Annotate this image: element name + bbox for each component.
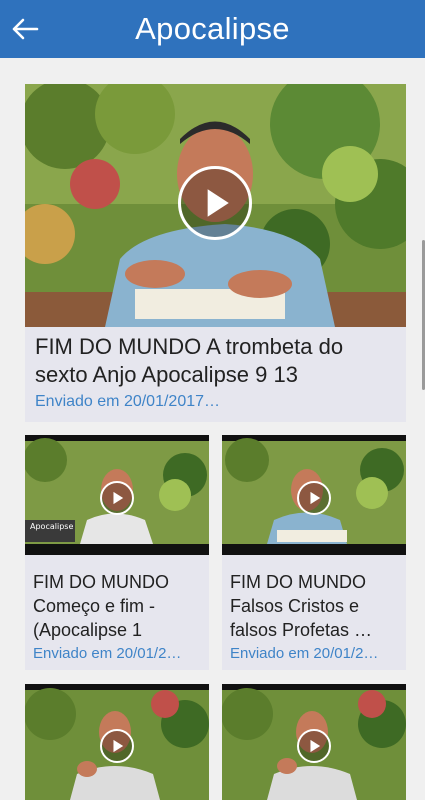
video-title: FIM DO MUNDO Falsos Cristos e falsos Pro… (230, 572, 373, 640)
video-meta: FIM DO MUNDO Começo e fim - (Apocalipse … (25, 570, 209, 664)
thumbnail-caption: Apocalipse (30, 522, 73, 531)
video-meta: FIM DO MUNDO Falsos Cristos e falsos Pro… (222, 570, 406, 664)
video-thumbnail[interactable] (222, 435, 406, 555)
play-icon (310, 491, 321, 505)
page-title: Apocalipse (135, 11, 290, 46)
video-title: FIM DO MUNDO Começo e fim - (Apocalipse … (33, 572, 169, 640)
play-button[interactable] (100, 481, 134, 515)
video-card[interactable] (25, 684, 209, 800)
video-card[interactable] (222, 684, 406, 800)
upload-date: Enviado em 20/01/2… (230, 645, 379, 662)
video-card[interactable]: Apocalipse FIM DO MUNDO Começo e fim - (… (25, 435, 209, 670)
upload-date: Enviado em 20/01/2017… (35, 393, 221, 410)
upload-date: Enviado em 20/01/2… (33, 645, 182, 662)
video-thumbnail[interactable] (222, 684, 406, 800)
video-thumbnail[interactable] (25, 84, 406, 327)
play-button[interactable] (297, 729, 331, 763)
play-button[interactable] (178, 166, 252, 240)
video-card[interactable]: FIM DO MUNDO Falsos Cristos e falsos Pro… (222, 435, 406, 670)
video-title: FIM DO MUNDO A trombeta do sexto Anjo Ap… (35, 334, 344, 387)
video-card-featured[interactable]: FIM DO MUNDO A trombeta do sexto Anjo Ap… (25, 84, 406, 422)
play-button[interactable] (100, 729, 134, 763)
play-icon (113, 491, 124, 505)
play-icon (310, 739, 321, 753)
app-bar: Apocalipse (0, 0, 425, 58)
play-icon (113, 739, 124, 753)
video-thumbnail[interactable]: Apocalipse (25, 435, 209, 555)
play-button[interactable] (297, 481, 331, 515)
video-meta: FIM DO MUNDO A trombeta do sexto Anjo Ap… (25, 333, 406, 413)
play-icon (207, 189, 229, 217)
video-thumbnail[interactable] (25, 684, 209, 800)
